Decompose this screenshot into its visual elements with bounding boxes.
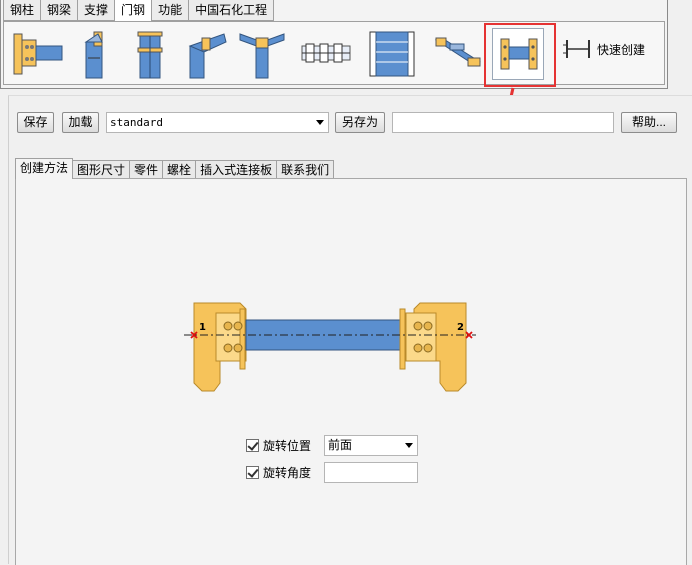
chevron-down-icon <box>316 120 324 125</box>
rotate-position-value: 前面 <box>328 438 353 452</box>
preset-select-value: standard <box>110 116 163 129</box>
preset-select[interactable]: standard <box>106 112 329 133</box>
help-button[interactable]: 帮助... <box>621 112 677 133</box>
tab-dimensions[interactable]: 图形尺寸 <box>72 160 131 179</box>
save-as-name-input[interactable] <box>392 112 614 133</box>
rotate-position-label: 旋转位置 <box>263 439 312 453</box>
rotate-angle-input[interactable] <box>324 462 418 483</box>
save-as-button[interactable]: 另存为 <box>335 112 385 133</box>
tab-bolts[interactable]: 螺栓 <box>162 160 197 179</box>
tab-page-create-method: 1 2 旋转位置 前面 旋转角度 <box>15 178 687 565</box>
dialog-tabs: 创建方法 图形尺寸 零件 螺栓 插入式连接板 联系我们 <box>15 158 335 179</box>
save-button[interactable]: 保存 <box>17 112 54 133</box>
connection-diagram: 1 2 <box>184 302 476 392</box>
dialog-window: 保存 加载 standard 另存为 帮助... 创建方法 图形尺寸 零件 螺栓… <box>8 95 692 565</box>
load-button[interactable]: 加载 <box>62 112 99 133</box>
rotate-angle-label: 旋转角度 <box>263 466 312 480</box>
rotate-angle-checkbox[interactable] <box>246 466 259 479</box>
point-1-label: 1 <box>199 322 206 333</box>
tab-parts[interactable]: 零件 <box>129 160 164 179</box>
rotate-position-select[interactable]: 前面 <box>324 435 418 456</box>
chevron-down-icon <box>405 443 413 448</box>
tab-create-method[interactable]: 创建方法 <box>15 158 74 179</box>
tab-contact-us[interactable]: 联系我们 <box>276 160 335 179</box>
tab-insert-plate[interactable]: 插入式连接板 <box>195 160 278 179</box>
rotate-position-checkbox[interactable] <box>246 439 259 452</box>
point-2-label: 2 <box>457 322 464 333</box>
